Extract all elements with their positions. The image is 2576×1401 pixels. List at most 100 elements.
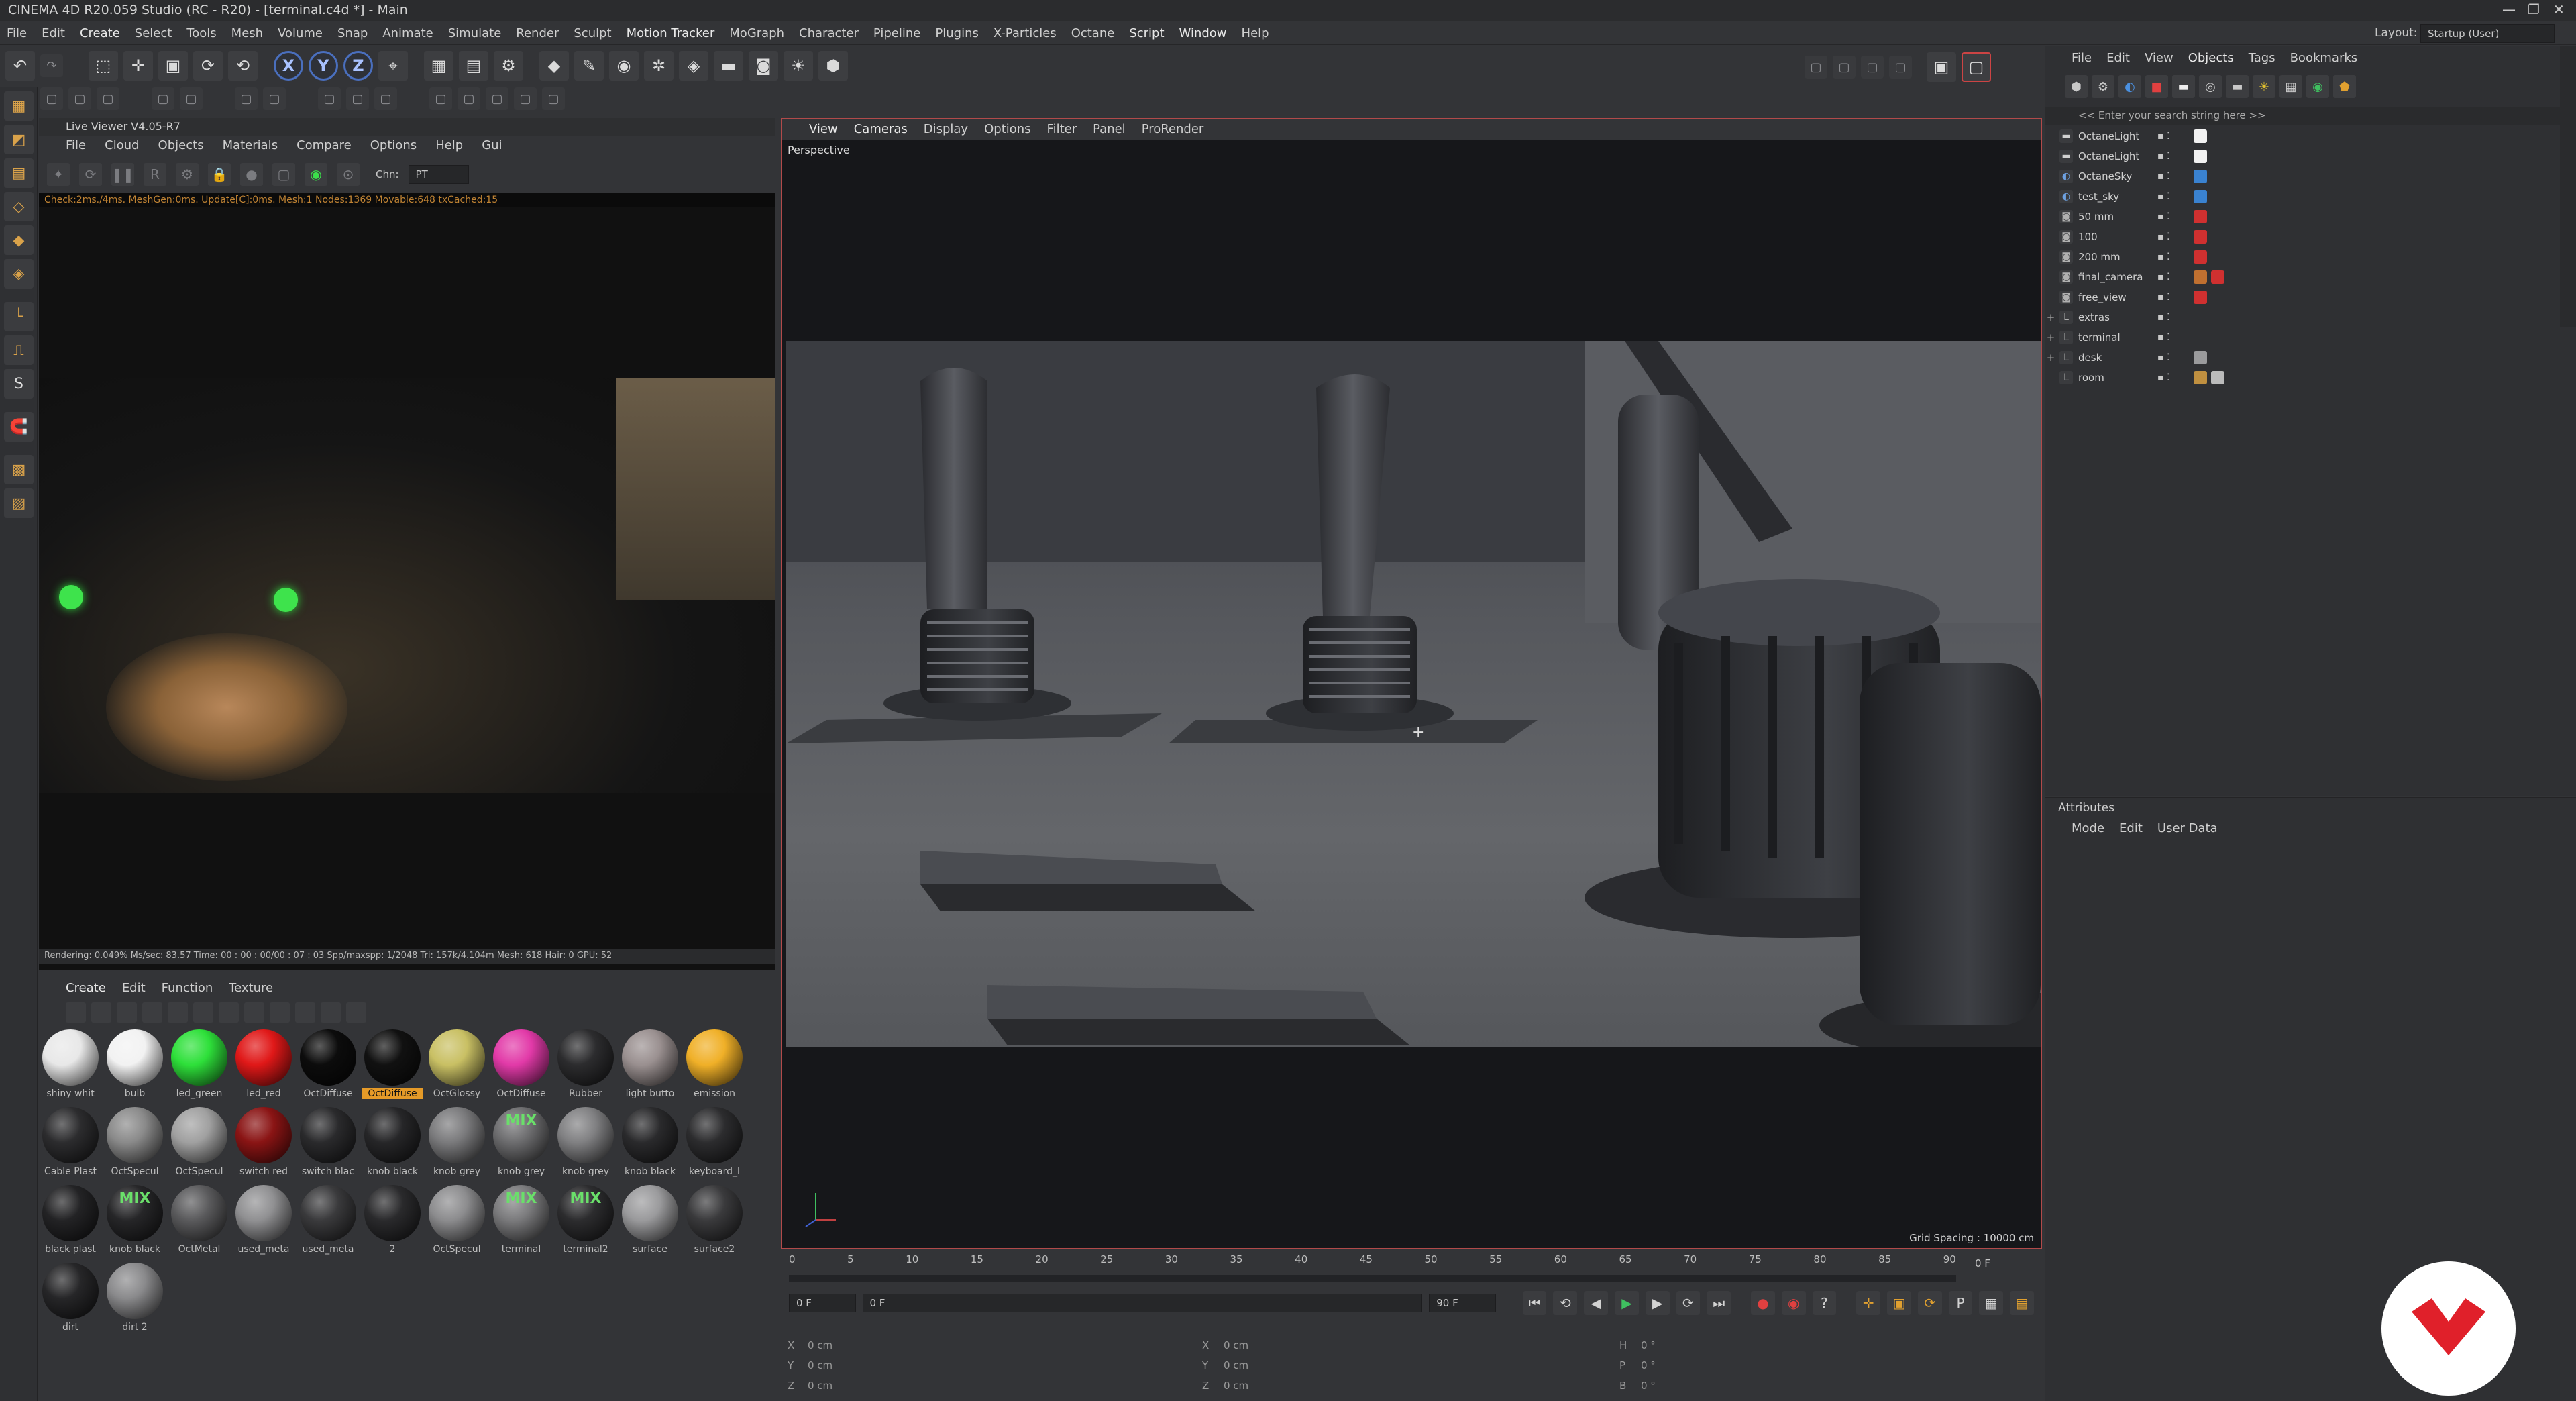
- material-swatch[interactable]: dirt 2: [105, 1263, 165, 1338]
- polygons-mode-icon[interactable]: ◈: [4, 259, 34, 289]
- vp-menu-display[interactable]: Display: [924, 122, 968, 136]
- octane-icon[interactable]: ⬢: [818, 51, 848, 81]
- lv-menu-file[interactable]: File: [66, 138, 86, 152]
- record-icon[interactable]: ●: [1751, 1291, 1775, 1315]
- menu-tools[interactable]: Tools: [186, 26, 216, 40]
- sky-icon[interactable]: ◐: [2118, 75, 2141, 98]
- om-menu-file[interactable]: File: [2072, 51, 2092, 65]
- menu-edit[interactable]: Edit: [42, 26, 65, 40]
- pick-focus-icon[interactable]: ◉: [305, 163, 327, 186]
- material-swatch[interactable]: used_meta: [298, 1185, 358, 1260]
- menu-mesh[interactable]: Mesh: [231, 26, 263, 40]
- coord-value-field[interactable]: 0 cm: [808, 1380, 833, 1392]
- channel-select[interactable]: PT: [408, 165, 469, 184]
- material-swatch[interactable]: 2: [362, 1185, 423, 1260]
- material-swatch[interactable]: MIX knob black: [105, 1185, 165, 1260]
- object-row[interactable]: ▬ OctaneLight ▪ ⁚: [2045, 126, 2576, 146]
- material-ball-icon[interactable]: ●: [240, 163, 263, 186]
- render-settings-icon[interactable]: ⚙: [494, 51, 523, 81]
- material-swatch[interactable]: keyboard_l: [684, 1107, 745, 1182]
- camera-icon[interactable]: ◙: [749, 51, 778, 81]
- attr-menu-mode[interactable]: Mode: [2072, 821, 2104, 835]
- texture-mode-icon[interactable]: ◩: [4, 125, 34, 154]
- layout-select[interactable]: Startup (User): [2420, 24, 2555, 43]
- object-tag-icon[interactable]: ▬: [2226, 75, 2249, 98]
- lv-menu-objects[interactable]: Objects: [158, 138, 204, 152]
- material-swatch[interactable]: OctDiffuse: [362, 1029, 423, 1104]
- smooth-icon[interactable]: ▢: [1889, 56, 1912, 79]
- menu-pipeline[interactable]: Pipeline: [873, 26, 920, 40]
- object-row[interactable]: + Lextras ▪ ⁚: [2045, 307, 2576, 327]
- viewport-safe-frame-icon[interactable]: ▢: [1962, 52, 1991, 82]
- material-tool-icon[interactable]: [321, 1002, 341, 1023]
- texture-icon[interactable]: ⬟: [2333, 75, 2356, 98]
- menu-mograph[interactable]: MoGraph: [729, 26, 784, 40]
- key-scale-icon[interactable]: ▣: [1887, 1291, 1911, 1315]
- expand-toggle-icon[interactable]: +: [2045, 352, 2057, 364]
- restart-render-icon[interactable]: ⟳: [79, 163, 102, 186]
- loop-forward-icon[interactable]: ⟳: [1676, 1291, 1701, 1315]
- start-frame-field[interactable]: 0 F: [789, 1294, 856, 1312]
- object-row[interactable]: + Lterminal ▪ ⁚: [2045, 327, 2576, 348]
- mode-polygons-icon[interactable]: ▢: [97, 87, 119, 110]
- coord-value-field[interactable]: 0 cm: [1224, 1380, 1248, 1392]
- visibility-flags[interactable]: ▪ ⁚: [2157, 211, 2169, 222]
- recent-tool-icon[interactable]: ⟲: [228, 51, 258, 81]
- vp-menu-options[interactable]: Options: [984, 122, 1030, 136]
- go-to-end-icon[interactable]: ⏭: [1707, 1291, 1731, 1315]
- octane-object-icon[interactable]: ▢: [542, 87, 565, 110]
- visibility-flags[interactable]: ▪ ⁚: [2157, 151, 2169, 162]
- octane-tag-icon[interactable]: ▢: [458, 87, 480, 110]
- scatter-icon[interactable]: ▦: [2279, 75, 2302, 98]
- material-tool-icon[interactable]: [142, 1002, 162, 1023]
- timeline-ruler[interactable]: 0 5 10 15 20 25 30 35 40 45 50 55 60 65 70 75 80 85 90: [789, 1253, 1956, 1274]
- coordinate-system-icon[interactable]: ⌖: [378, 51, 408, 81]
- visibility-flags[interactable]: ▪ ⁚: [2157, 231, 2169, 242]
- cloner-icon[interactable]: ✲: [644, 51, 674, 81]
- render-picture-viewer-icon[interactable]: ▤: [459, 51, 488, 81]
- mesh-icon[interactable]: ▢: [318, 87, 341, 110]
- coord-value-field[interactable]: 0 cm: [808, 1339, 833, 1351]
- menu-sculpt[interactable]: Sculpt: [574, 26, 611, 40]
- send-scene-icon[interactable]: ✦: [47, 163, 70, 186]
- menu-create[interactable]: Create: [80, 26, 120, 40]
- perspective-viewport[interactable]: View Cameras Display Options Filter Panel ProR…: [781, 118, 2042, 1249]
- mat-menu-function[interactable]: Function: [162, 981, 213, 995]
- subdivision-icon[interactable]: ◉: [609, 51, 639, 81]
- menu-plugins[interactable]: Plugins: [935, 26, 978, 40]
- menu-motion-tracker[interactable]: Motion Tracker: [627, 26, 715, 40]
- tag-icon[interactable]: [2194, 210, 2207, 223]
- pick-material-icon[interactable]: ⊙: [337, 163, 360, 186]
- end-frame-field[interactable]: 90 F: [1429, 1294, 1496, 1312]
- vdb-icon[interactable]: ◉: [2306, 75, 2329, 98]
- cube-icon[interactable]: ◆: [539, 51, 569, 81]
- material-swatch[interactable]: light butto: [620, 1029, 680, 1104]
- material-swatch[interactable]: Rubber: [555, 1029, 616, 1104]
- move-icon[interactable]: ✛: [123, 51, 153, 81]
- menu-window[interactable]: Window: [1179, 26, 1227, 40]
- lv-menu-help[interactable]: Help: [435, 138, 463, 152]
- attr-menu-edit[interactable]: Edit: [2119, 821, 2143, 835]
- menu-select[interactable]: Select: [135, 26, 172, 40]
- visibility-flags[interactable]: ▪ ⁚: [2157, 191, 2169, 202]
- menu-octane[interactable]: Octane: [1071, 26, 1115, 40]
- locked-workplane-icon[interactable]: ▩: [4, 455, 34, 484]
- previous-frame-icon[interactable]: ◀: [1584, 1291, 1609, 1315]
- material-swatch[interactable]: OctSpecul: [427, 1185, 487, 1260]
- snap-magnet-icon[interactable]: 🧲: [4, 412, 34, 442]
- object-row[interactable]: ◙ free_view ▪ ⁚: [2045, 287, 2576, 307]
- play-icon[interactable]: ▶: [1615, 1291, 1639, 1315]
- brush-icon[interactable]: ▢: [1833, 56, 1856, 79]
- pause-render-icon[interactable]: ❚❚: [111, 163, 134, 186]
- coord-value-field[interactable]: 0 °: [1641, 1339, 1656, 1351]
- visibility-flags[interactable]: ▪ ⁚: [2157, 372, 2169, 383]
- menu-simulate[interactable]: Simulate: [448, 26, 502, 40]
- material-swatch[interactable]: MIX terminal2: [555, 1185, 616, 1260]
- viewport-scene[interactable]: +: [786, 341, 2041, 1047]
- material-swatch[interactable]: bulb: [105, 1029, 165, 1104]
- bevel-icon[interactable]: ▢: [374, 87, 397, 110]
- material-swatch[interactable]: used_meta: [233, 1185, 294, 1260]
- viewport-render-icon[interactable]: ▣: [1927, 52, 1956, 82]
- visibility-flags[interactable]: ▪ ⁚: [2157, 131, 2169, 142]
- loop-icon[interactable]: ⟲: [1553, 1291, 1578, 1315]
